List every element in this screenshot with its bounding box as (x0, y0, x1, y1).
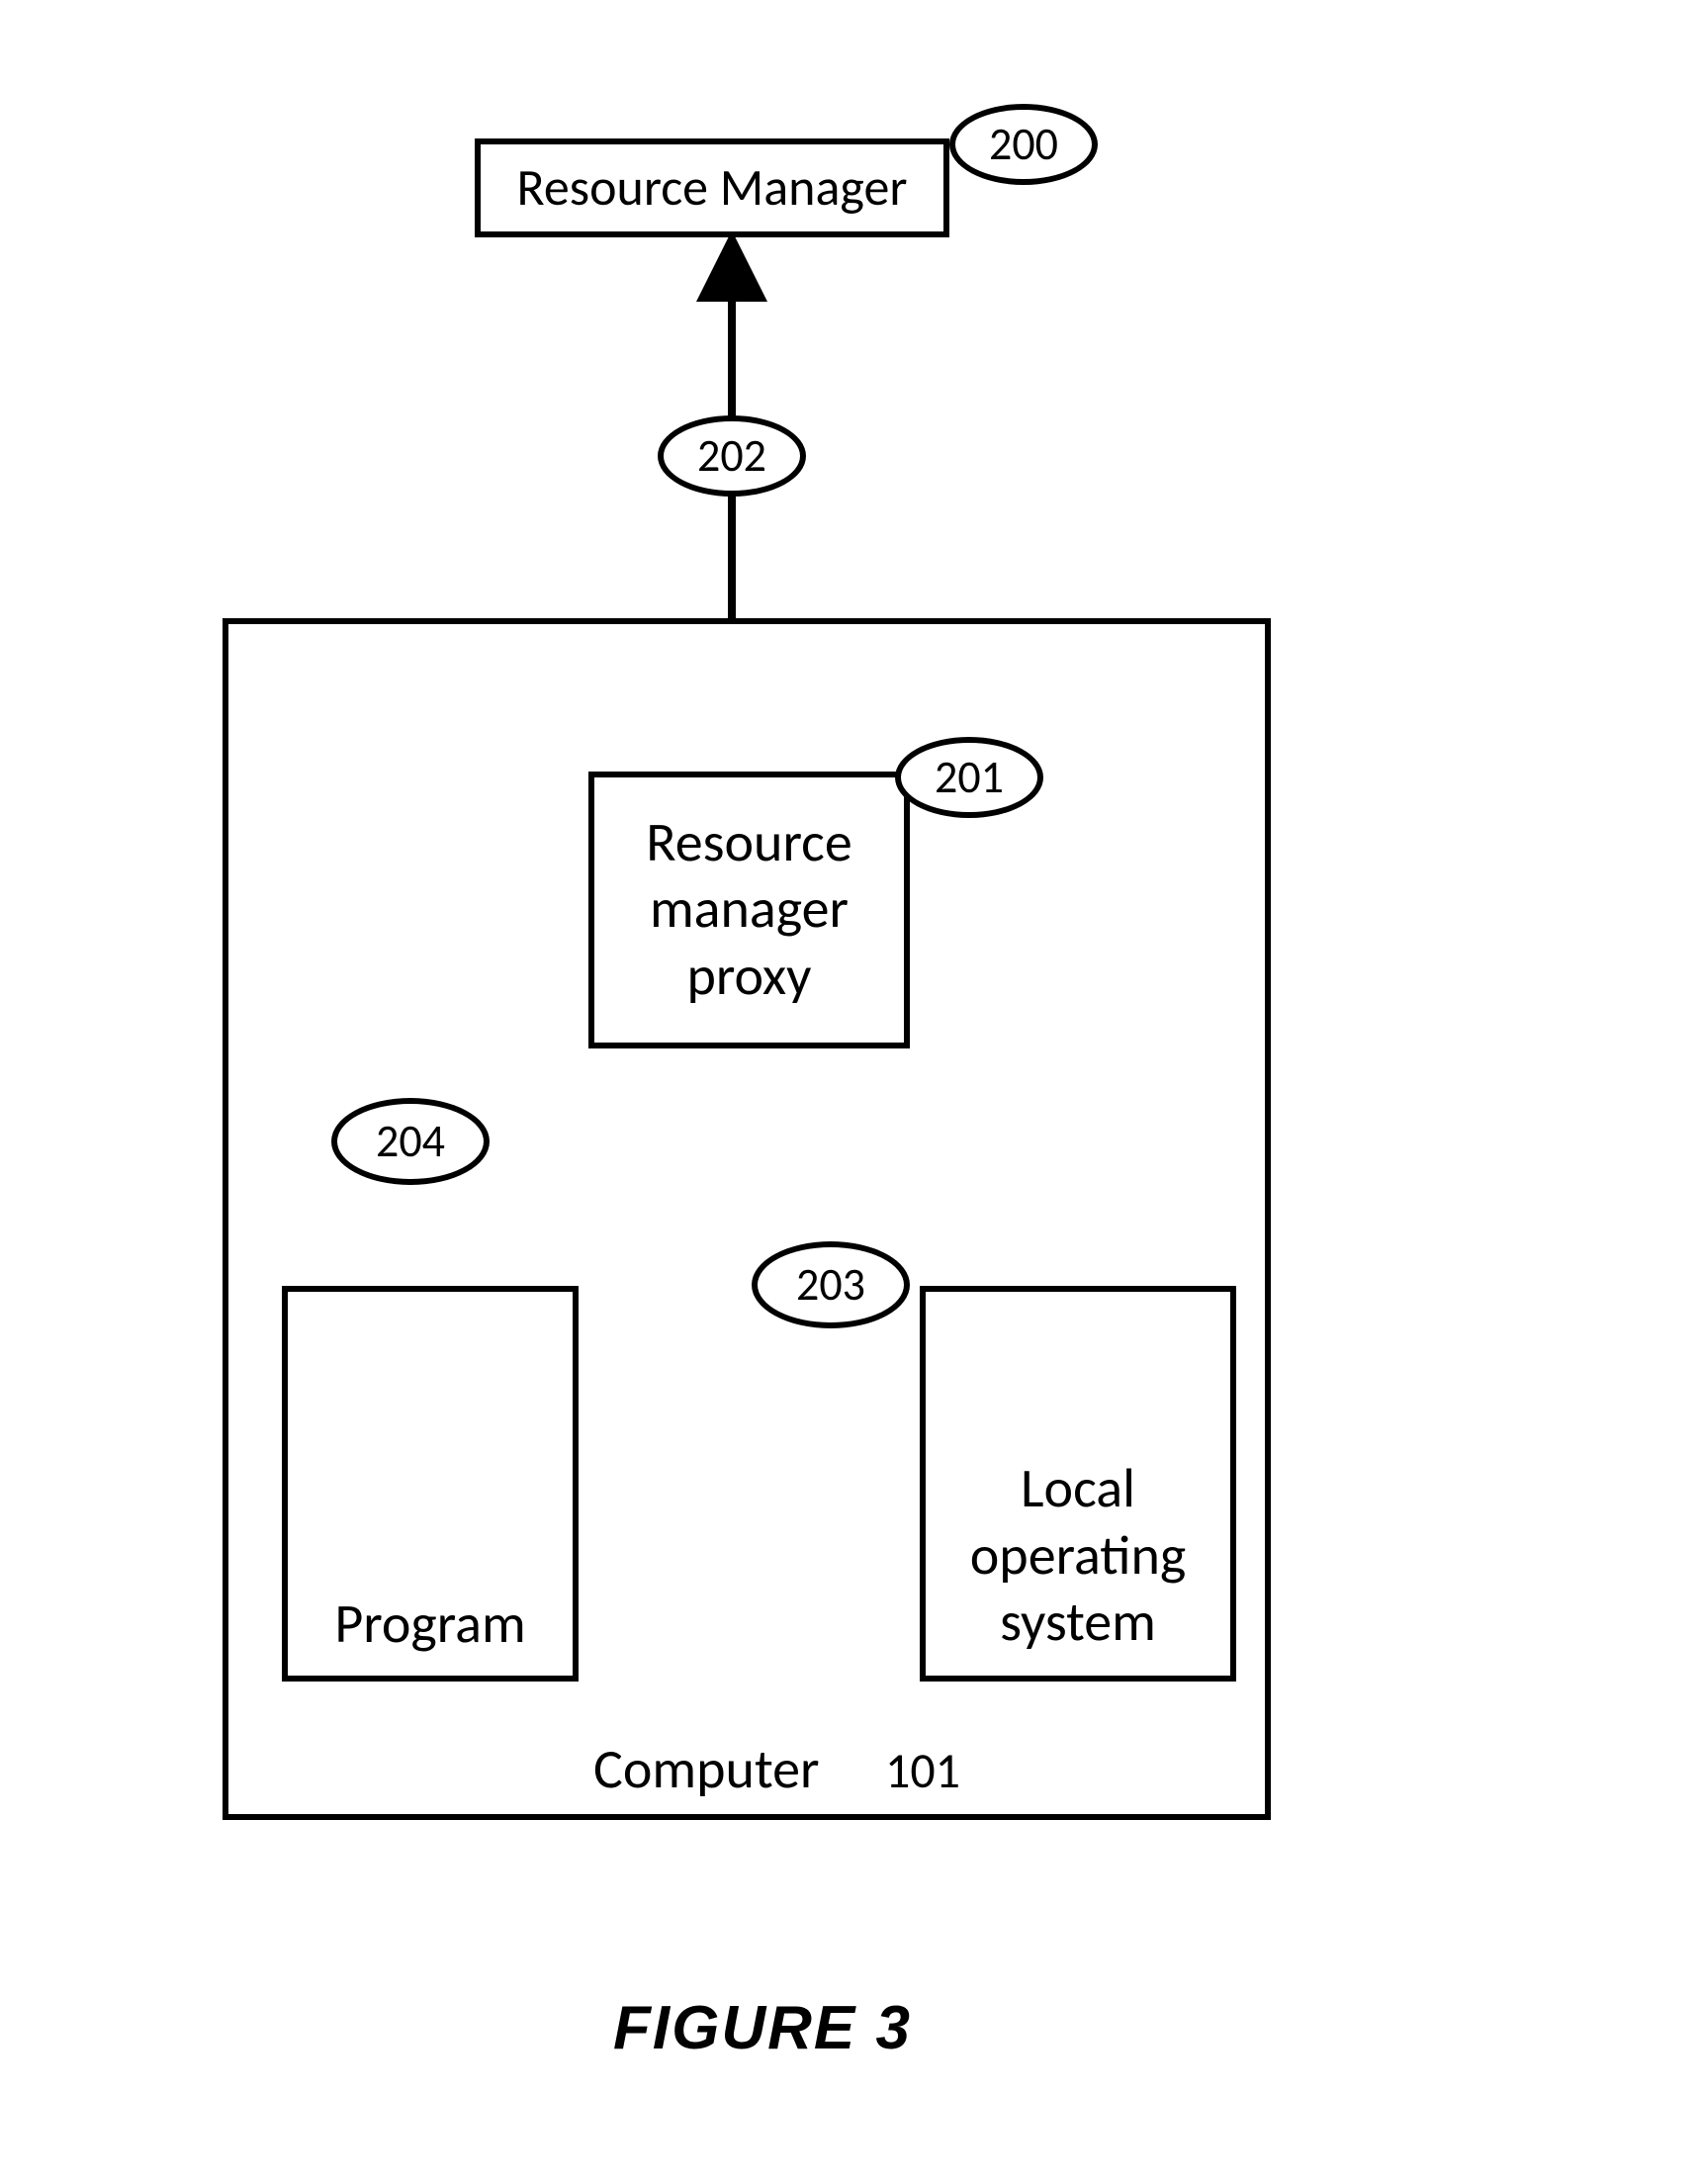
proxy-label-wrap: Resource manager proxy (646, 810, 851, 1010)
ref-201-text: 201 (935, 750, 1004, 805)
local-os-line2: operating (970, 1523, 1186, 1590)
ref-oval-200: 200 (949, 104, 1098, 185)
figure-caption: FIGURE 3 (613, 1993, 912, 2063)
ref-oval-201: 201 (895, 737, 1043, 818)
proxy-line1: Resource (646, 810, 851, 876)
ref-200-text: 200 (989, 117, 1058, 172)
local-os-label-wrap: Local operating system (970, 1456, 1186, 1656)
box-resource-manager-proxy: Resource manager proxy (588, 772, 910, 1048)
ref-202-text: 202 (697, 428, 766, 484)
ref-oval-204: 204 (331, 1098, 490, 1185)
box-resource-manager: Resource Manager (475, 138, 949, 237)
proxy-line2: manager (646, 876, 851, 943)
ref-oval-203: 203 (752, 1241, 910, 1328)
computer-label: Computer (593, 1736, 820, 1803)
local-os-line1: Local (970, 1456, 1186, 1522)
program-label: Program (334, 1592, 525, 1656)
box-local-os: Local operating system (920, 1286, 1236, 1682)
box-program: Program (282, 1286, 579, 1682)
computer-ref: 101 (885, 1741, 960, 1801)
local-os-line3: system (970, 1590, 1186, 1656)
ref-203-text: 203 (796, 1257, 865, 1313)
proxy-line3: proxy (646, 944, 851, 1010)
ref-204-text: 204 (376, 1114, 445, 1169)
diagram-canvas: Resource Manager 200 202 Computer 101 Re… (0, 0, 1701, 2184)
ref-oval-202: 202 (658, 415, 806, 497)
box-resource-manager-label: Resource Manager (517, 158, 908, 218)
